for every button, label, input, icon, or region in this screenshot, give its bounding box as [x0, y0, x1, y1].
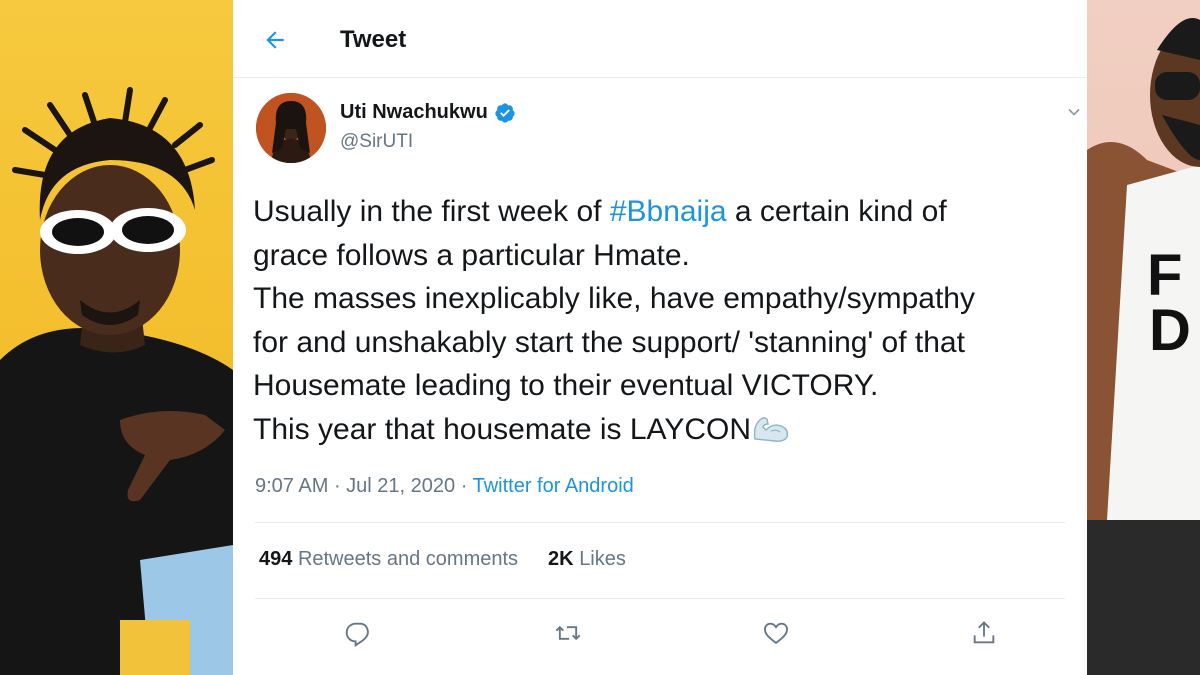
author-name-text: Uti Nwachukwu [340, 101, 488, 123]
likes-stat[interactable]: 2K Likes [548, 548, 626, 571]
tweet-line: The masses inexplicably like, have empat… [253, 282, 975, 315]
left-photo [0, 0, 233, 675]
reply-button[interactable] [338, 613, 378, 653]
share-button[interactable] [964, 613, 1004, 653]
retweets-count: 494 [259, 548, 293, 570]
page-title: Tweet [340, 26, 407, 53]
likes-count: 2K [548, 548, 574, 570]
author-name[interactable]: Uti Nwachukwu [340, 101, 516, 124]
retweets-label: Retweets and comments [297, 548, 519, 570]
tweet-text: Usually in the first week of #Bbnaija a … [253, 190, 1083, 451]
divider [255, 598, 1065, 599]
tweet-actions [233, 613, 1087, 653]
retweet-icon [555, 625, 581, 641]
retweets-stat[interactable]: 494 Retweets and comments [259, 548, 518, 571]
hashtag-link[interactable]: #Bbnaija [610, 195, 727, 228]
tweet-header: Tweet [233, 0, 1087, 78]
verified-badge-icon [495, 102, 515, 123]
tweet-line: grace follows a particular Hmate. [253, 238, 690, 272]
arrow-left-icon [266, 31, 284, 49]
meta-separator: · [455, 475, 473, 497]
divider [255, 522, 1065, 523]
tweet-stats: 494 Retweets and comments 2K Likes [259, 548, 626, 571]
tweet-time[interactable]: 9:07 AM [255, 475, 328, 497]
person-photo-right: F D [1087, 18, 1200, 675]
tweet-source-link[interactable]: Twitter for Android [473, 475, 634, 497]
tweet-line: This year that housemate is LAYCON [253, 408, 1083, 452]
share-icon [973, 621, 995, 644]
retweet-button[interactable] [548, 613, 588, 653]
chevron-down-icon[interactable] [1066, 104, 1082, 120]
meta-separator: · [328, 475, 347, 497]
tweet-date[interactable]: Jul 21, 2020 [346, 475, 455, 497]
avatar[interactable] [256, 93, 326, 163]
tweet-line: Usually in the first week of #Bbnaija a … [253, 190, 1083, 234]
tweet-timestamp: 9:07 AM · Jul 21, 2020 · Twitter for And… [255, 475, 634, 498]
tweet-text-segment: This year that housemate is LAYCON [253, 412, 751, 446]
likes-label: Likes [579, 548, 626, 570]
avatar-image [256, 93, 326, 163]
right-photo: F D [1087, 0, 1200, 675]
tweet-line: Housemate leading to their eventual VICT… [253, 369, 879, 402]
back-button[interactable] [255, 20, 295, 60]
like-icon [763, 622, 789, 645]
svg-text:D: D [1149, 298, 1191, 363]
tweet-text-segment: a certain kind of [726, 195, 947, 228]
tweet-panel: Tweet Uti Nwachukwu @SirUTI Usually in t… [233, 0, 1087, 675]
reply-icon [345, 622, 369, 647]
author-handle[interactable]: @SirUTI [340, 131, 413, 153]
person-photo-left [0, 87, 233, 675]
like-button[interactable] [756, 613, 796, 653]
tweet-line: for and unshakably start the support/ 's… [253, 325, 965, 359]
flexed-biceps-icon [753, 416, 789, 442]
tweet-text-segment: Usually in the first week of [253, 195, 610, 228]
